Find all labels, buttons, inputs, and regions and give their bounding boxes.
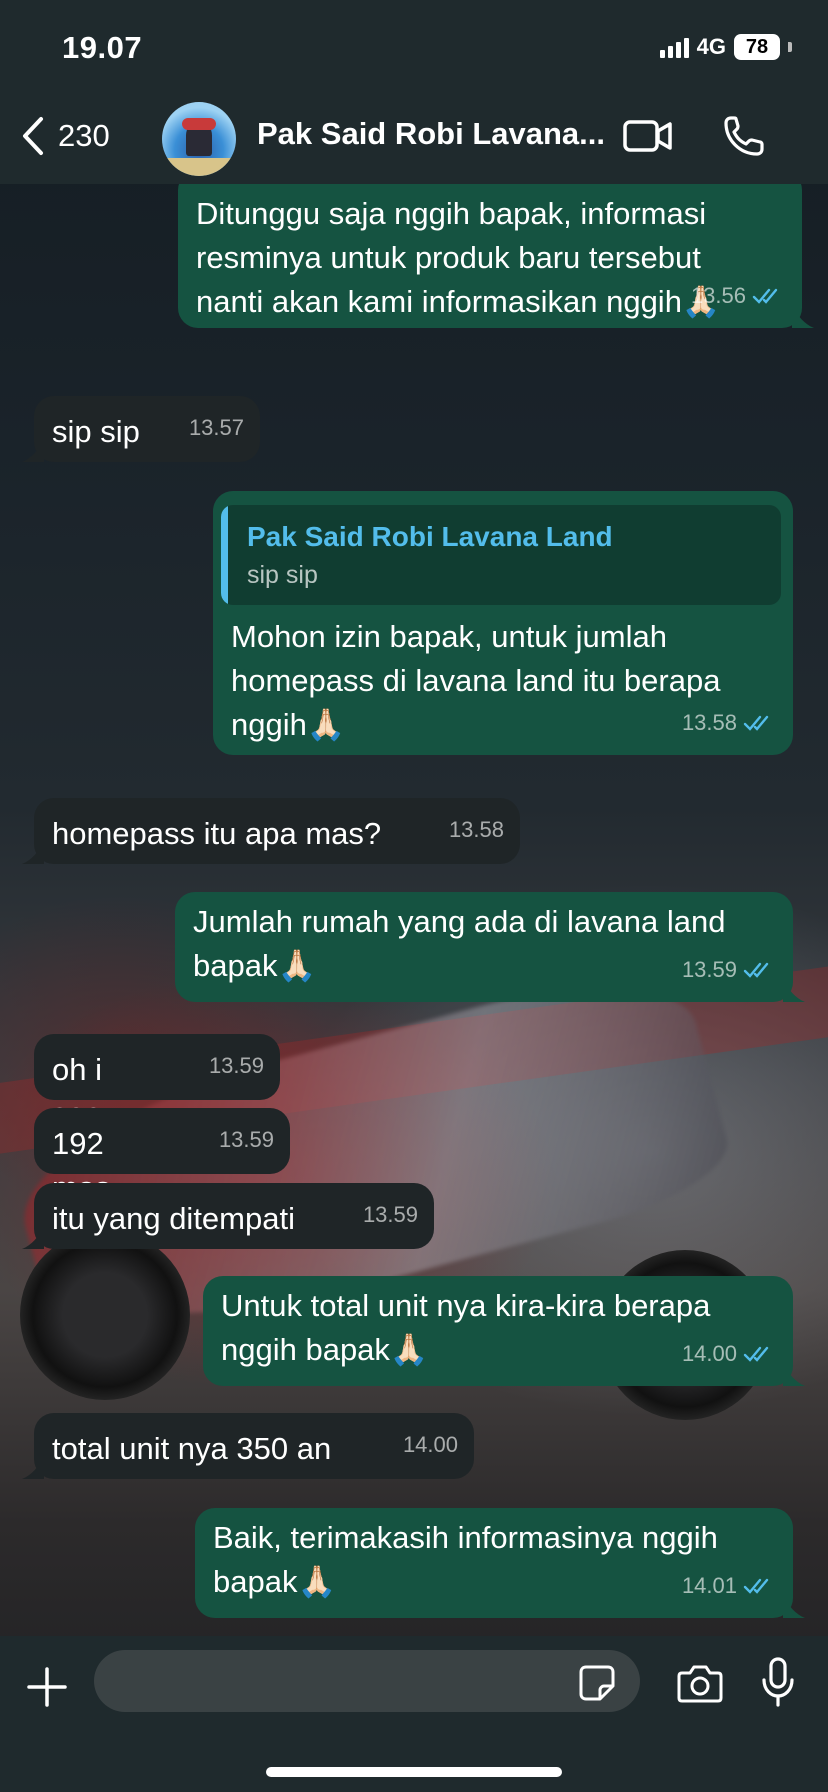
back-button[interactable]: 230 [22, 112, 110, 160]
message-time: 14.00 [681, 1341, 737, 1366]
status-time: 19.07 [62, 30, 143, 65]
message-incoming[interactable]: sip sip 13.57 [22, 396, 260, 462]
double-check-icon [743, 715, 769, 731]
double-check-icon [752, 288, 778, 304]
message-meta: 13.56 [691, 274, 786, 318]
unread-chats-count: 230 [58, 118, 110, 153]
message-time: 13.58 [681, 710, 737, 735]
message-meta: 13.59 [219, 1118, 274, 1162]
quoted-author: Pak Said Robi Lavana Land [247, 521, 613, 552]
message-time: 13.57 [188, 415, 244, 440]
battery-tip [788, 42, 792, 52]
network-type: 4G [696, 34, 726, 59]
message-incoming[interactable]: 192 mas 13.59 [34, 1108, 290, 1205]
back-chevron-icon [23, 117, 43, 155]
message-text: sip sip [52, 414, 140, 449]
message-text: homepass itu apa mas? [52, 816, 382, 851]
message-outgoing[interactable]: Untuk total unit nya kira-kira berapa ng… [203, 1276, 805, 1386]
message-incoming[interactable]: oh i see 13.59 [34, 1034, 280, 1131]
message-time: 13.59 [362, 1202, 418, 1227]
bubble-tail [22, 842, 44, 864]
sticker-icon[interactable] [578, 1664, 616, 1702]
plus-icon[interactable] [26, 1666, 68, 1708]
chat-header: 230 Pak Said Robi Lavana... [0, 90, 828, 184]
message-outgoing[interactable]: Baik, terimakasih informasinya nggih bap… [195, 1508, 805, 1618]
bubble-tail [22, 1457, 44, 1479]
bubble-tail [792, 306, 814, 328]
bubble-tail [783, 980, 805, 1002]
message-time: 14.00 [402, 1432, 458, 1457]
message-incoming[interactable]: total unit nya 350 an 14.00 [22, 1413, 474, 1479]
message-input[interactable] [94, 1650, 640, 1712]
message-time: 13.59 [681, 957, 737, 982]
quoted-text: sip sip [247, 561, 318, 589]
phone-icon[interactable] [722, 114, 766, 158]
contact-name[interactable]: Pak Said Robi Lavana... [257, 116, 607, 152]
message-time: 13.58 [448, 817, 504, 842]
message-incoming[interactable]: itu yang ditempati 13.59 [22, 1183, 434, 1249]
double-check-icon [743, 1346, 769, 1362]
status-bar: 19.07 4G 78 [0, 0, 828, 90]
microphone-icon[interactable] [760, 1656, 796, 1708]
message-text: itu yang ditempati [52, 1201, 295, 1236]
quoted-message[interactable]: Pak Said Robi Lavana Land sip sip [221, 505, 781, 605]
message-time: 13.59 [208, 1053, 264, 1078]
message-outgoing-reply[interactable]: Pak Said Robi Lavana Land sip sip Mohon … [213, 491, 793, 755]
signal-icon [659, 36, 689, 58]
message-meta: 13.59 [363, 1193, 418, 1237]
message-list[interactable]: Ditunggu saja nggih bapak, informasi res… [0, 170, 828, 1636]
message-meta: 13.59 [682, 948, 777, 992]
message-meta: 14.01 [682, 1564, 777, 1608]
double-check-icon [743, 962, 769, 978]
video-call-icon[interactable] [622, 116, 674, 156]
bubble-tail [22, 1227, 44, 1249]
message-incoming[interactable]: homepass itu apa mas? 13.58 [22, 798, 520, 864]
home-indicator[interactable] [266, 1767, 562, 1777]
bubble-tail [783, 1364, 805, 1386]
contact-avatar[interactable] [162, 102, 236, 176]
message-meta: 14.00 [403, 1423, 458, 1467]
bubble-tail [22, 440, 44, 462]
message-time: 13.59 [218, 1127, 274, 1152]
message-composer [0, 1636, 828, 1792]
message-meta: 14.00 [682, 1332, 777, 1376]
message-time: 14.01 [681, 1573, 737, 1598]
message-outgoing[interactable]: Jumlah rumah yang ada di lavana land bap… [175, 892, 805, 1002]
message-meta: 13.58 [682, 701, 777, 745]
message-meta: 13.58 [449, 808, 504, 852]
message-text: total unit nya 350 an [52, 1431, 332, 1466]
message-meta: 13.59 [209, 1044, 264, 1088]
message-meta: 13.57 [189, 406, 244, 450]
camera-icon[interactable] [676, 1662, 724, 1704]
bubble-tail [783, 1596, 805, 1618]
battery-icon: 78 [734, 34, 780, 60]
message-time: 13.56 [690, 283, 746, 308]
message-outgoing[interactable]: Ditunggu saja nggih bapak, informasi res… [178, 170, 814, 328]
status-indicators: 4G 78 [659, 34, 792, 60]
double-check-icon [743, 1578, 769, 1594]
